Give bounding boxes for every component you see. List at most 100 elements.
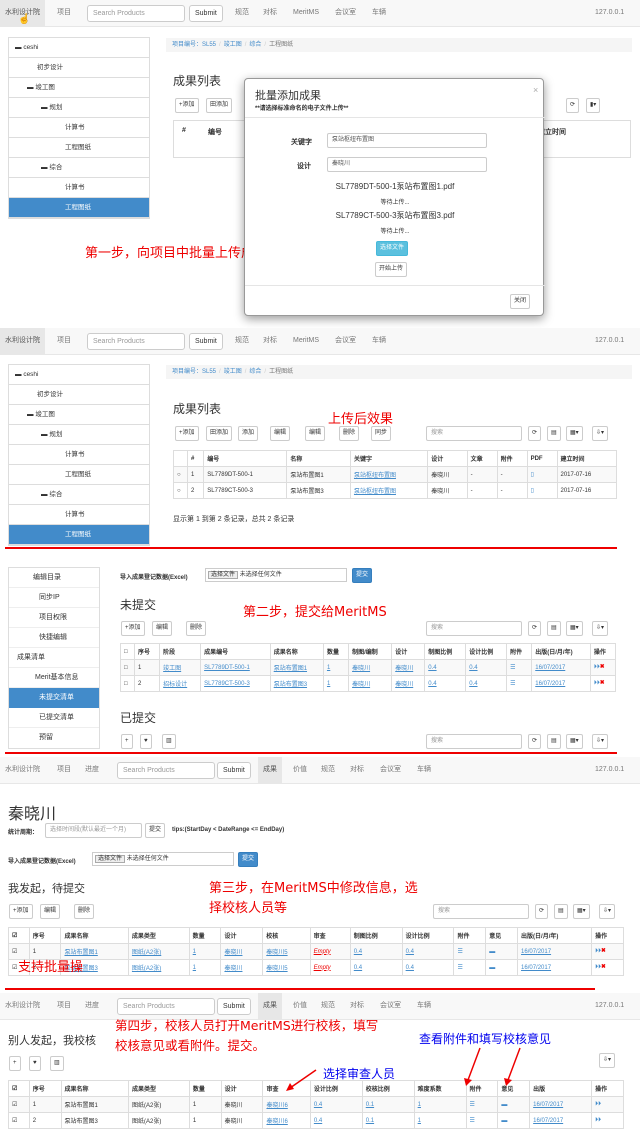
- export-button[interactable]: ⇩▾: [599, 904, 616, 919]
- add-button[interactable]: +添加: [121, 621, 145, 636]
- table-row[interactable]: □ 2 招标设计 SL7789CT-500-3 泵站布置图3 1 秦晓川 秦晓川 0.4 0.4 ☰…: [119, 675, 617, 692]
- add-button[interactable]: +添加: [9, 904, 33, 919]
- edit-button[interactable]: 编辑: [40, 904, 61, 919]
- nav-meeting[interactable]: 会议室: [330, 0, 361, 26]
- nav-spec[interactable]: 规范: [230, 328, 254, 354]
- edit-button[interactable]: 编辑: [152, 621, 173, 636]
- refresh-button[interactable]: ⟳: [528, 734, 542, 749]
- nav-spec[interactable]: 规范: [316, 757, 340, 783]
- export-button[interactable]: ⇩▾: [592, 426, 609, 441]
- menu-item[interactable]: 成果清单: [9, 648, 99, 668]
- columns-button[interactable]: ▦▾: [566, 426, 583, 441]
- menu-item[interactable]: 快捷编辑: [9, 628, 99, 648]
- tree-node[interactable]: 计算书: [9, 505, 149, 525]
- search-input[interactable]: 搜索: [426, 621, 522, 636]
- columns-button[interactable]: ▦▾: [573, 904, 590, 919]
- stat-submit-button[interactable]: 提交: [145, 823, 166, 838]
- nav-progress[interactable]: 进度: [80, 757, 104, 783]
- heart-icon[interactable]: ♥: [29, 1056, 41, 1071]
- nav-meritms[interactable]: MeritMS: [288, 0, 324, 26]
- table-row[interactable]: □ 1 竣工图 SL7789DT-500-1 泵站布置图1 1 秦晓川 秦晓川 0.4 0.4 ☰ 1…: [119, 659, 617, 676]
- start-upload-button[interactable]: 开始上传: [375, 262, 408, 277]
- nav-spec[interactable]: 规范: [230, 0, 254, 26]
- tree-node[interactable]: 计算书: [9, 118, 149, 138]
- nav-vehicle[interactable]: 车辆: [367, 0, 391, 26]
- nav-project[interactable]: 项目: [52, 0, 76, 26]
- delete-button[interactable]: 删除: [186, 621, 207, 636]
- add-button[interactable]: +添加: [175, 426, 199, 441]
- search-input[interactable]: 搜索: [426, 426, 522, 441]
- edit-button[interactable]: 编辑: [270, 426, 291, 441]
- choose-file-button[interactable]: 选择文件: [376, 241, 409, 256]
- import-submit-button[interactable]: 提交: [238, 852, 259, 867]
- add-icon[interactable]: +: [9, 1056, 21, 1071]
- export-button[interactable]: ⇩▾: [599, 1053, 616, 1068]
- trash-icon[interactable]: ▥: [50, 1056, 64, 1071]
- tree-node[interactable]: 工程图纸: [9, 138, 149, 158]
- nav-brand[interactable]: 水利设计院: [0, 328, 45, 354]
- tree-node-selected[interactable]: 工程图纸: [9, 198, 149, 218]
- search-input[interactable]: 搜索: [433, 904, 529, 919]
- menu-item-selected[interactable]: 未提交清单: [9, 688, 99, 708]
- nav-vehicle[interactable]: 车辆: [412, 993, 436, 1019]
- search-input[interactable]: Search Products: [87, 333, 185, 350]
- nav-benchmark[interactable]: 对标: [258, 328, 282, 354]
- file-input[interactable]: 选择文件 未选择任何文件: [205, 568, 347, 582]
- close-button[interactable]: 关闭: [510, 294, 531, 309]
- tree-node[interactable]: 工程图纸: [9, 465, 149, 485]
- refresh-button[interactable]: ⟳: [528, 621, 542, 636]
- refresh-button[interactable]: ⟳: [566, 98, 580, 113]
- menu-item[interactable]: 项目权限: [9, 608, 99, 628]
- tree-node[interactable]: ▬ 综合: [9, 485, 149, 505]
- close-icon[interactable]: ×: [533, 85, 538, 95]
- tree-node[interactable]: ▬ 综合: [9, 158, 149, 178]
- tree-node[interactable]: 计算书: [9, 178, 149, 198]
- tree-node-root[interactable]: ▬ ceshi: [9, 365, 149, 385]
- batch-add-button[interactable]: 田添加: [206, 98, 233, 113]
- toggle-button[interactable]: ▤: [547, 621, 561, 636]
- keyword-input[interactable]: 泵站枢纽布置图: [327, 133, 487, 148]
- designer-input[interactable]: 秦晓川: [327, 157, 487, 172]
- nav-progress[interactable]: 进度: [80, 993, 104, 1019]
- export-button[interactable]: ⇩▾: [592, 621, 609, 636]
- tree-node-selected[interactable]: 工程图纸: [9, 525, 149, 545]
- nav-meeting[interactable]: 会议室: [330, 328, 361, 354]
- menu-item[interactable]: 同步IP: [9, 588, 99, 608]
- nav-project[interactable]: 项目: [52, 757, 76, 783]
- tree-node[interactable]: 初步设计: [9, 385, 149, 405]
- edit-button[interactable]: 编辑: [305, 426, 326, 441]
- submit-button[interactable]: Submit: [217, 762, 251, 779]
- refresh-button[interactable]: ⟳: [528, 426, 542, 441]
- toggle-button[interactable]: ▤: [554, 904, 568, 919]
- table-row[interactable]: ☑ 2 泵站布置图3 图纸(A2张) 1 秦晓川 秦晓川6 0.4 0.1 1 ☰ ▬ 16/07/20…: [8, 1112, 624, 1129]
- date-range-input[interactable]: 选择时间段(默认最近一个月): [45, 823, 142, 838]
- nav-benchmark[interactable]: 对标: [258, 0, 282, 26]
- search-input[interactable]: Search Products: [117, 762, 215, 779]
- tree-node[interactable]: ▬ 竣工图: [9, 405, 149, 425]
- batch-add-button[interactable]: 田添加: [206, 426, 233, 441]
- toggle-button[interactable]: ▮▾: [586, 98, 601, 113]
- heart-icon[interactable]: ♥: [140, 734, 152, 749]
- trash-icon[interactable]: ▥: [162, 734, 176, 749]
- columns-button[interactable]: ▦▾: [566, 734, 583, 749]
- add-button[interactable]: 添加: [238, 426, 259, 441]
- nav-project[interactable]: 项目: [52, 993, 76, 1019]
- export-button[interactable]: ⇩▾: [592, 734, 609, 749]
- toggle-button[interactable]: ▤: [547, 734, 561, 749]
- nav-meritms[interactable]: MeritMS: [288, 328, 324, 354]
- search-input[interactable]: 搜索: [426, 734, 522, 749]
- tree-node[interactable]: ▬ 规划: [9, 425, 149, 445]
- columns-button[interactable]: ▦▾: [566, 621, 583, 636]
- import-submit-button[interactable]: 提交: [352, 568, 373, 583]
- nav-vehicle[interactable]: 车辆: [412, 757, 436, 783]
- table-row[interactable]: ○ 1 SL7789DT-500-1 泵站布置图1 泵站枢纽布置图 秦晓川 - - ▯ 2017-…: [173, 466, 617, 483]
- add-button[interactable]: +添加: [175, 98, 199, 113]
- file-input[interactable]: 选择文件 未选择任何文件: [92, 852, 234, 866]
- tree-node[interactable]: ▬ 规划: [9, 98, 149, 118]
- table-row[interactable]: ☑ 1 泵站布置图1 图纸(A2张) 1 秦晓川 秦晓川6 0.4 0.1 1 ☰ ▬ 16/07/20…: [8, 1096, 624, 1113]
- search-input[interactable]: Search Products: [87, 5, 185, 22]
- table-row[interactable]: ☑ 2 泵站布置图3 图纸(A2张) 1 秦晓川 秦晓川5 Empty 0.4 0.4 ☰ ▬ 16/0…: [8, 959, 624, 976]
- delete-button[interactable]: 删除: [339, 426, 360, 441]
- nav-project[interactable]: 项目: [52, 328, 76, 354]
- nav-brand[interactable]: 水利设计院: [0, 993, 45, 1019]
